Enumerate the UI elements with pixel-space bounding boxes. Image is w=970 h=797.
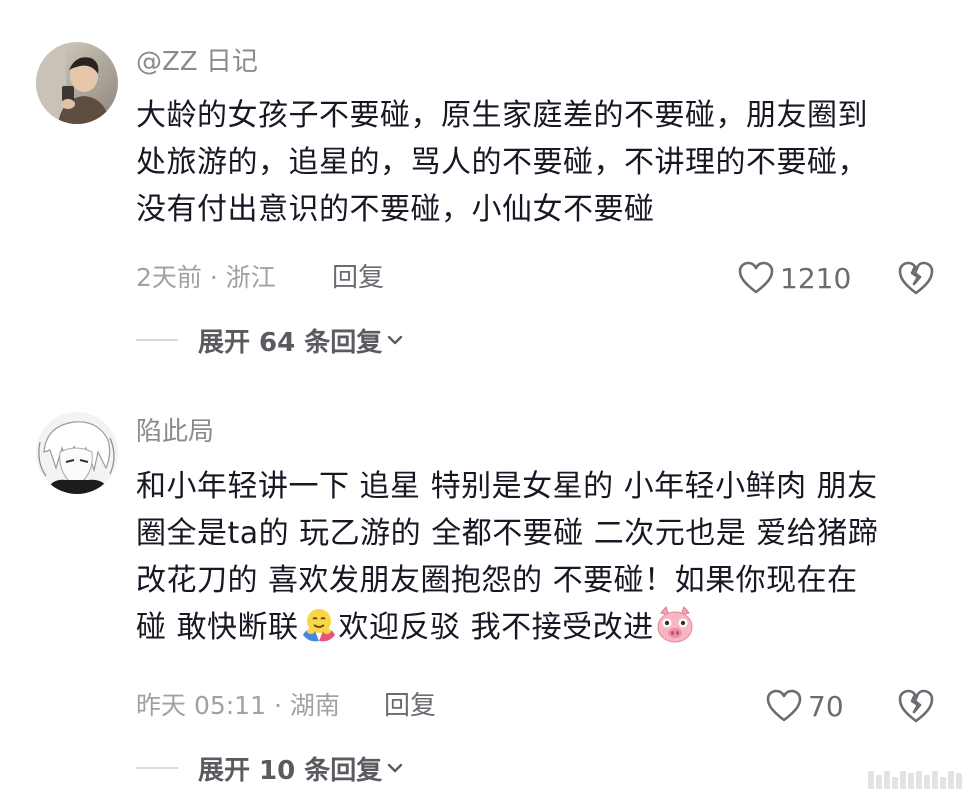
like-count: 70 xyxy=(808,689,844,723)
comment-text-line: 改花刀的 喜欢发朋友圈抱怨的 不要碰！如果你现在在 xyxy=(136,563,858,598)
comment-text: 和小年轻讲一下 追星 特别是女星的 小年轻小鲜肉 朋友 圈全是ta的 玩乙游的 … xyxy=(136,463,936,651)
expand-replies[interactable]: 展开 10 条回复 xyxy=(136,748,404,788)
comment-text-line: 圈全是ta的 玩乙游的 全都不要碰 二次元也是 爱给猪蹄 xyxy=(136,516,879,551)
avatar-photo-icon xyxy=(36,412,118,494)
chevron-down-icon xyxy=(388,763,403,773)
pig-face-emoji-icon xyxy=(657,606,693,643)
broken-heart-icon[interactable] xyxy=(898,688,934,724)
watermark xyxy=(868,771,962,789)
comment-text-line: 碰 敢快断联 欢迎反驳 我不接受改进 xyxy=(136,604,936,651)
username[interactable]: 陷此局 xyxy=(136,416,214,448)
comment-text-segment: 碰 敢快断联 xyxy=(136,610,299,645)
reply-button[interactable]: 回复 xyxy=(384,686,436,726)
avatar[interactable] xyxy=(36,412,118,494)
comment-text-line: 和小年轻讲一下 追星 特别是女星的 小年轻小鲜肉 朋友 xyxy=(136,469,878,504)
heart-outline-icon xyxy=(766,689,802,722)
comment-item: 陷此局 和小年轻讲一下 追星 特别是女星的 小年轻小鲜肉 朋友 圈全是ta的 玩… xyxy=(0,0,970,797)
comment-meta: 昨天 05:11 · 湖南 回复 70 xyxy=(136,686,934,726)
hugging-face-emoji-icon xyxy=(302,609,335,642)
like-button[interactable]: 70 xyxy=(766,686,844,726)
time-location: 昨天 05:11 · 湖南 xyxy=(136,691,340,720)
expand-replies-label: 展开 10 条回复 xyxy=(198,755,383,786)
divider xyxy=(136,767,178,769)
comment-text-segment: 欢迎反驳 我不接受改进 xyxy=(338,610,654,645)
